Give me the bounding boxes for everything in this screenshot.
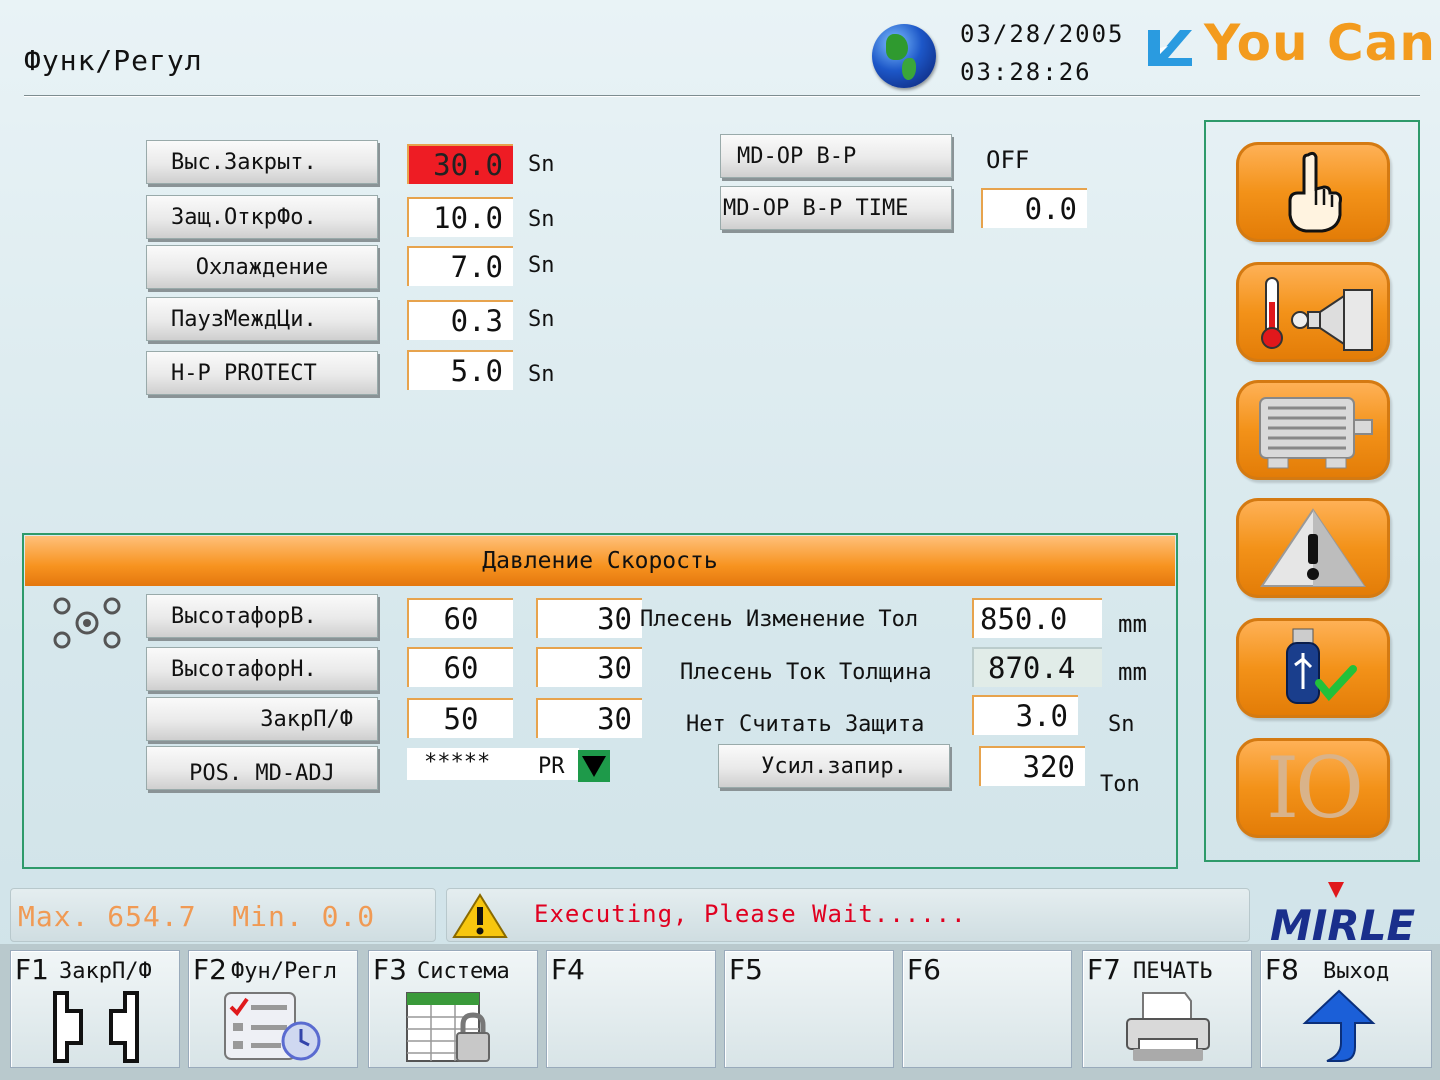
page-title: Функ/Регул: [24, 44, 203, 77]
param-button-open-protect[interactable]: Защ.ОткрФо.: [146, 195, 378, 239]
no-read-protect-field[interactable]: 3.0: [972, 695, 1078, 735]
clamp-force-field[interactable]: 320: [979, 746, 1085, 786]
fkey-f7[interactable]: F7 ПЕЧАТЬ: [1082, 950, 1252, 1068]
pos-md-adj-button[interactable]: POS. MD-ADJ: [146, 746, 378, 790]
param-button-hp-protect[interactable]: H-P PROTECT: [146, 351, 378, 395]
clamp-force-unit: Ton: [1100, 772, 1140, 797]
fkey-number: F2: [193, 953, 227, 986]
sidebar-usb-button[interactable]: [1236, 618, 1390, 718]
fkey-label: ПЕЧАТЬ: [1133, 959, 1213, 984]
close-mold-speed[interactable]: 30: [536, 698, 642, 738]
param-unit: Sn: [528, 362, 555, 387]
fkey-number: F5: [729, 953, 763, 986]
pressure-speed-header: Давление Скорость: [25, 536, 1175, 586]
mold-close-icon: [53, 991, 139, 1063]
param-button-cooling[interactable]: Охлаждение: [146, 245, 378, 289]
mold-current-unit: mm: [1118, 658, 1147, 686]
gears-icon: [53, 597, 121, 649]
logo-text: You Can: [1204, 14, 1436, 72]
sidebar-manual-button[interactable]: [1236, 142, 1390, 242]
mold-change-unit: mm: [1118, 610, 1147, 638]
fkey-label: ЗакрП/Ф: [59, 959, 152, 984]
checklist-clock-icon: [224, 992, 321, 1061]
height-lower-pressure[interactable]: 60: [407, 647, 513, 687]
alarm-icon: [1260, 508, 1366, 587]
no-read-protect-label: Нет Считать Защита: [686, 712, 925, 737]
exit-arrow-icon: [1302, 989, 1376, 1062]
pos-md-adj-mode: PR: [538, 754, 565, 779]
fkey-number: F7: [1087, 953, 1121, 986]
fkey-f3[interactable]: F3 Система: [368, 950, 538, 1068]
mirle-logo-icon: MIRLE: [1270, 882, 1416, 946]
hand-icon: [1288, 151, 1342, 233]
max-min-readout: Max. 654.7 Min. 0.0: [18, 900, 376, 933]
mdop-bp-value: OFF: [986, 146, 1030, 174]
fkey-f2[interactable]: F2 Фун/Регл: [188, 950, 358, 1068]
close-mold-button[interactable]: ЗакрП/Ф: [146, 697, 378, 741]
param-button-close-height[interactable]: Выс.Закрыт.: [146, 140, 378, 184]
mold-change-label: Плесень Изменение Тол: [640, 607, 919, 632]
system-lock-icon: [406, 992, 490, 1062]
sidebar-io-button[interactable]: IO: [1236, 738, 1390, 838]
usb-icon: [1286, 628, 1357, 704]
height-lower-button[interactable]: ВысотафорН.: [146, 647, 378, 691]
param-field-open-protect[interactable]: 10.0: [407, 197, 513, 237]
fkey-f4[interactable]: F4: [546, 950, 716, 1068]
fkey-f1[interactable]: F1 ЗакрП/Ф: [10, 950, 180, 1068]
mdop-bp-time-field[interactable]: 0.0: [981, 188, 1087, 228]
param-field-hp-protect[interactable]: 5.0: [407, 350, 513, 390]
fkey-f5[interactable]: F5: [724, 950, 894, 1068]
fkey-number: F3: [373, 953, 407, 986]
mdop-bp-button[interactable]: MD-OP B-P: [720, 134, 952, 178]
param-button-cycle-pause[interactable]: ПаузМеждЦи.: [146, 297, 378, 341]
clamp-force-button[interactable]: Усил.запир.: [718, 744, 950, 788]
time-display: 03:28:26: [960, 58, 1092, 86]
motor-icon: [1259, 397, 1373, 469]
param-unit: Sn: [528, 253, 555, 278]
param-field-cycle-pause[interactable]: 0.3: [407, 300, 513, 340]
param-unit: Sn: [528, 207, 555, 232]
fkey-label: Система: [417, 959, 510, 984]
height-upper-speed[interactable]: 30: [536, 598, 642, 638]
mdop-bp-time-button[interactable]: MD-OP B-P TIME: [720, 186, 952, 230]
io-icon: IO: [1265, 739, 1364, 837]
param-field-close-height[interactable]: 30.0: [407, 144, 513, 184]
mold-change-field[interactable]: 850.0: [972, 598, 1102, 638]
printer-icon: [1126, 992, 1210, 1061]
fkey-number: F8: [1265, 953, 1299, 986]
globe-icon: [872, 24, 936, 88]
status-message: Executing, Please Wait......: [534, 900, 967, 928]
fkey-number: F6: [907, 953, 941, 986]
param-field-cooling[interactable]: 7.0: [407, 246, 513, 286]
pos-mode-dropdown[interactable]: [578, 750, 610, 782]
pos-md-adj-value: *****: [424, 750, 491, 775]
param-unit: Sn: [528, 307, 555, 332]
header-divider: [24, 95, 1420, 97]
fkey-number: F1: [15, 953, 49, 986]
no-read-protect-unit: Sn: [1108, 712, 1135, 737]
height-upper-pressure[interactable]: 60: [407, 598, 513, 638]
fkey-label: Выход: [1323, 959, 1390, 984]
sidebar-motor-button[interactable]: [1236, 380, 1390, 480]
fkey-f6[interactable]: F6: [902, 950, 1072, 1068]
param-unit: Sn: [528, 152, 555, 177]
mold-current-label: Плесень Ток Толщина: [680, 660, 932, 685]
date-display: 03/28/2005: [960, 20, 1125, 48]
height-upper-button[interactable]: ВысотафорВ.: [146, 594, 378, 638]
svg-text:MIRLE: MIRLE: [1270, 901, 1416, 946]
fkey-label: Фун/Регл: [231, 959, 337, 984]
fkey-number: F4: [551, 953, 585, 986]
dropdown-arrow-icon: [582, 756, 606, 777]
fkey-f8[interactable]: F8 Выход: [1260, 950, 1432, 1068]
logo-mark-icon: [1148, 30, 1192, 66]
height-lower-speed[interactable]: 30: [536, 647, 642, 687]
mold-current-field: 870.4: [972, 647, 1102, 687]
sidebar-alarm-button[interactable]: [1236, 498, 1390, 598]
heater-nozzle-icon: [1261, 277, 1373, 351]
close-mold-pressure[interactable]: 50: [407, 698, 513, 738]
sidebar-heater-button[interactable]: [1236, 262, 1390, 362]
warning-icon: [452, 893, 508, 938]
